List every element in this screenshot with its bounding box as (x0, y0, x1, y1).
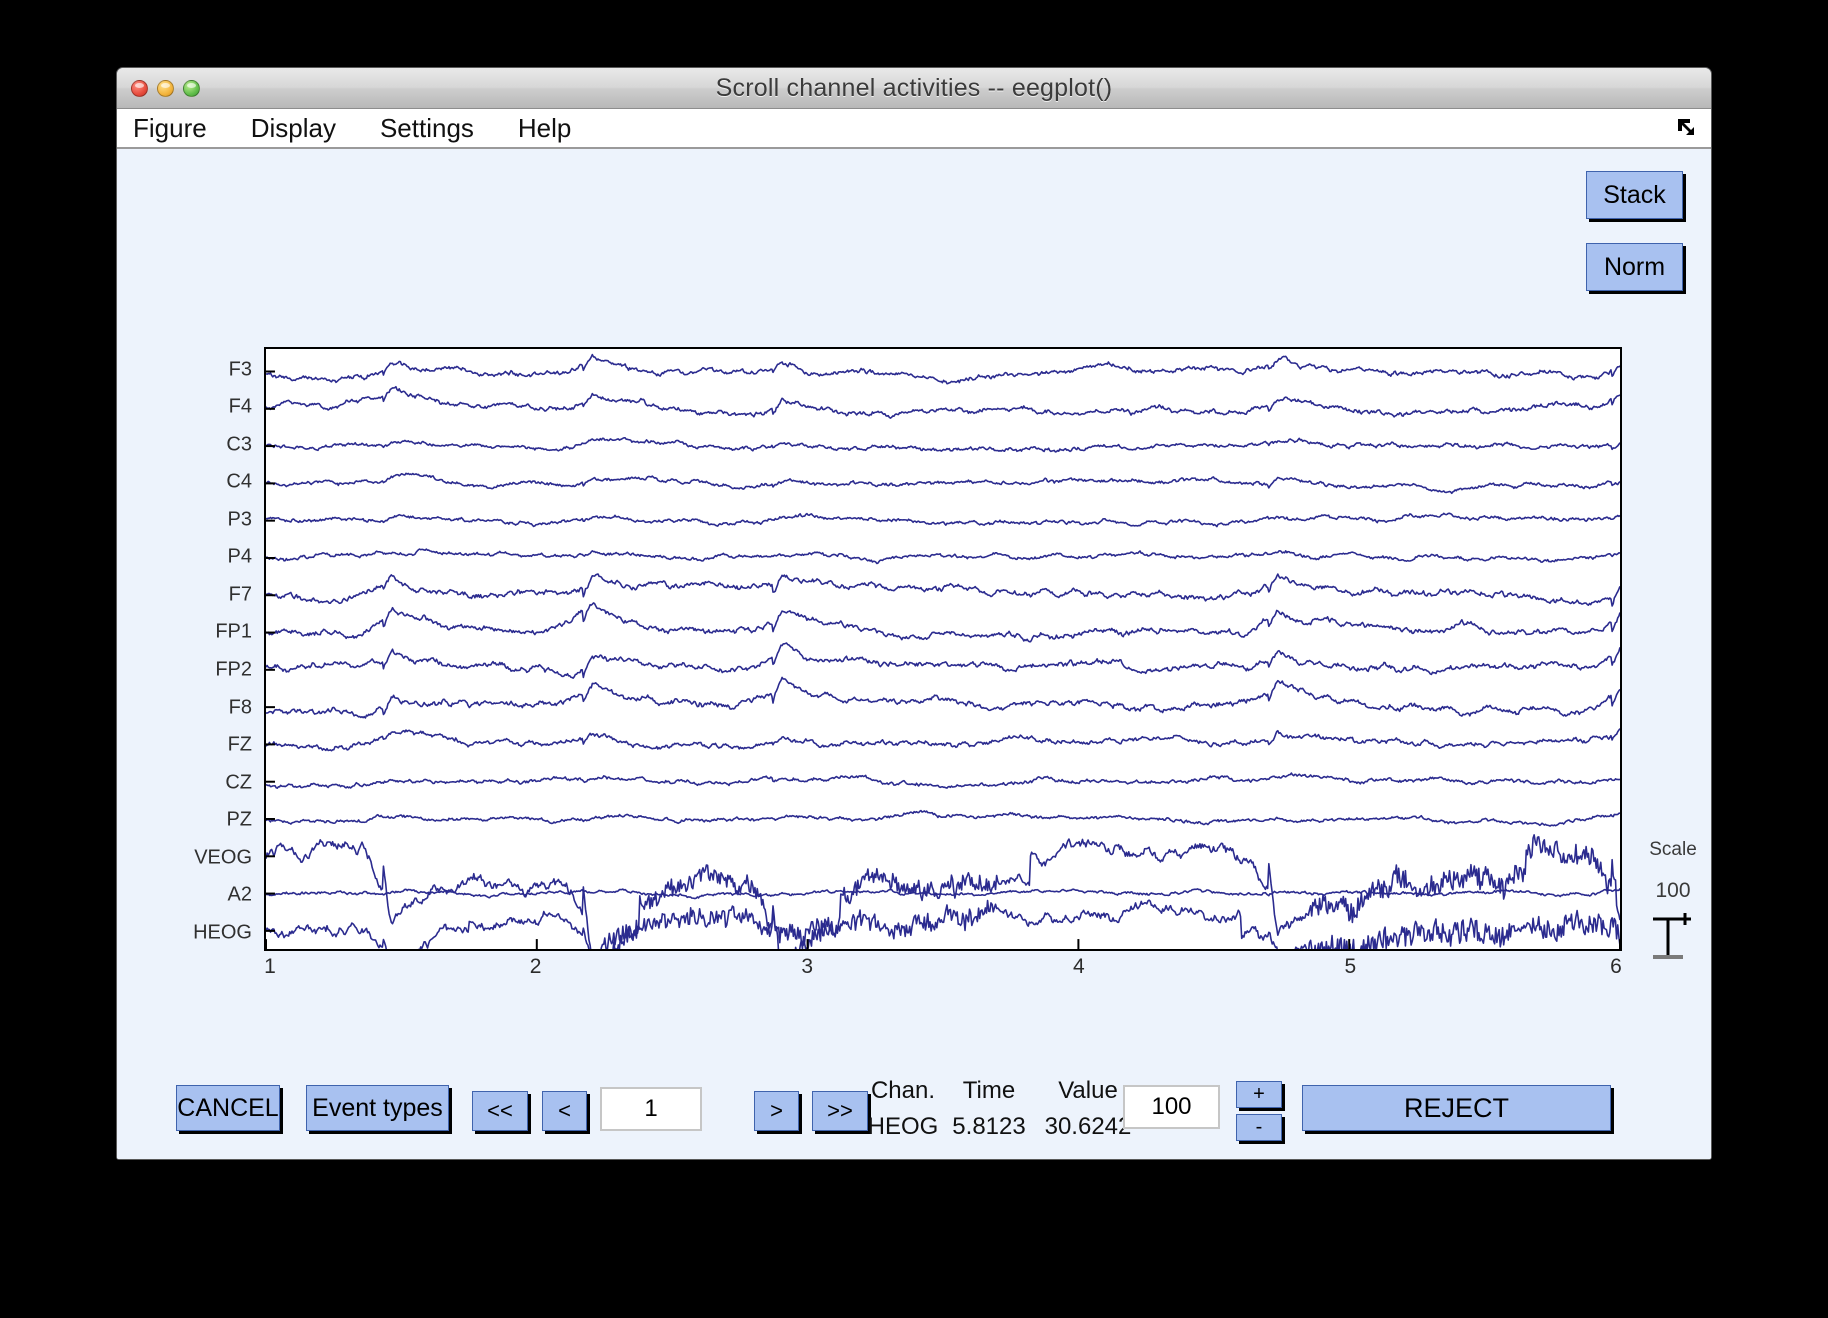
menu-item-figure[interactable]: Figure (131, 113, 229, 144)
trace-c4 (266, 472, 1620, 495)
channel-label-f7: F7 (228, 583, 252, 606)
x-tick-label-4: 4 (1072, 955, 1085, 978)
channel-label-a2: A2 (227, 883, 252, 906)
channel-label-c4: C4 (226, 470, 252, 493)
page-number-input[interactable]: 1 (600, 1087, 702, 1131)
scale-input[interactable]: 100 (1123, 1085, 1220, 1129)
channel-label-p3: P3 (227, 508, 252, 531)
x-axis-tick-labels: 1 2 3 4 5 6 (264, 955, 1622, 987)
channel-label-pz: PZ (226, 808, 252, 831)
eegplot-window: Scroll channel activities -- eegplot() F… (116, 67, 1712, 1160)
channel-label-fp1: FP1 (215, 620, 252, 643)
scale-legend-value: 100 (1655, 879, 1691, 902)
channel-label-veog: VEOG (194, 846, 252, 869)
bottom-control-bar: CANCEL Event types << < 1 > >> Chan. Tim… (117, 1063, 1711, 1159)
x-tick-label-3: 3 (801, 955, 814, 978)
channel-label-f8: F8 (228, 696, 252, 719)
trace-p3 (266, 512, 1620, 528)
channel-label-column: F3 F4 C3 C4 P3 P4 F7 FP1 FP2 F8 FZ CZ PZ VEOG A2 HEOG (117, 347, 260, 951)
trace-heog (266, 899, 1620, 949)
cursor-readout: Chan. Time Value HEOG 5.8123 30.6242 (861, 1077, 1132, 1141)
resize-arrow-icon[interactable] (1675, 116, 1697, 138)
nav-last-button[interactable]: >> (812, 1091, 868, 1131)
channel-label-fz: FZ (227, 733, 252, 756)
menu-item-display[interactable]: Display (229, 113, 358, 144)
channel-label-f3: F3 (228, 358, 252, 381)
norm-button[interactable]: Norm (1586, 243, 1683, 291)
event-types-button[interactable]: Event types (306, 1085, 449, 1131)
x-tick-label-1: 1 (264, 955, 276, 978)
figure-panel: Stack Norm F3 F4 C3 C4 P3 P4 F7 FP1 FP2 F8 FZ CZ PZ V… (117, 149, 1711, 1159)
channel-label-f4: F4 (228, 395, 252, 418)
channel-label-cz: CZ (225, 771, 252, 794)
trace-f8 (266, 676, 1620, 719)
reject-button[interactable]: REJECT (1302, 1085, 1611, 1131)
x-tick-label-6: 6 (1610, 955, 1622, 978)
trace-fp2 (266, 642, 1620, 679)
eeg-traces (266, 353, 1620, 949)
nav-next-button[interactable]: > (754, 1091, 799, 1131)
menu-item-help[interactable]: Help (496, 113, 593, 144)
nav-prev-button[interactable]: < (542, 1091, 587, 1131)
readout-time-value: 5.8123 (952, 1113, 1026, 1140)
menu-bar: Figure Display Settings Help (117, 109, 1711, 149)
channel-label-p4: P4 (227, 545, 252, 568)
trace-c3 (266, 437, 1620, 453)
scale-increase-button[interactable]: + (1236, 1081, 1282, 1108)
menu-item-settings[interactable]: Settings (358, 113, 496, 144)
nav-first-button[interactable]: << (472, 1091, 528, 1131)
channel-label-c3: C3 (226, 433, 252, 456)
trace-cz (266, 772, 1620, 789)
channel-label-fp2: FP2 (215, 658, 252, 681)
cancel-button[interactable]: CANCEL (176, 1085, 280, 1131)
readout-chan-value: HEOG (867, 1113, 939, 1140)
window-titlebar: Scroll channel activities -- eegplot() (117, 68, 1711, 109)
trace-f3 (266, 353, 1620, 385)
trace-fp1 (266, 602, 1620, 643)
x-tick-label-2: 2 (529, 955, 542, 978)
scale-legend-title: Scale (1649, 839, 1697, 860)
channel-label-heog: HEOG (193, 921, 252, 944)
x-tick-label-5: 5 (1344, 955, 1357, 978)
trace-fz (266, 728, 1620, 752)
trace-f7 (266, 573, 1620, 607)
trace-p4 (266, 548, 1620, 565)
scale-decrease-button[interactable]: - (1236, 1114, 1282, 1141)
readout-time-header: Time (962, 1077, 1016, 1104)
stack-button[interactable]: Stack (1586, 171, 1683, 219)
trace-f4 (266, 385, 1620, 419)
window-title: Scroll channel activities -- eegplot() (715, 74, 1113, 102)
eeg-plot-axes[interactable] (264, 347, 1622, 951)
readout-chan-header: Chan. (870, 1077, 936, 1104)
scale-ibeam-icon (1633, 911, 1711, 968)
trace-pz (266, 809, 1620, 827)
scale-legend: Scale 100 (1633, 839, 1711, 968)
